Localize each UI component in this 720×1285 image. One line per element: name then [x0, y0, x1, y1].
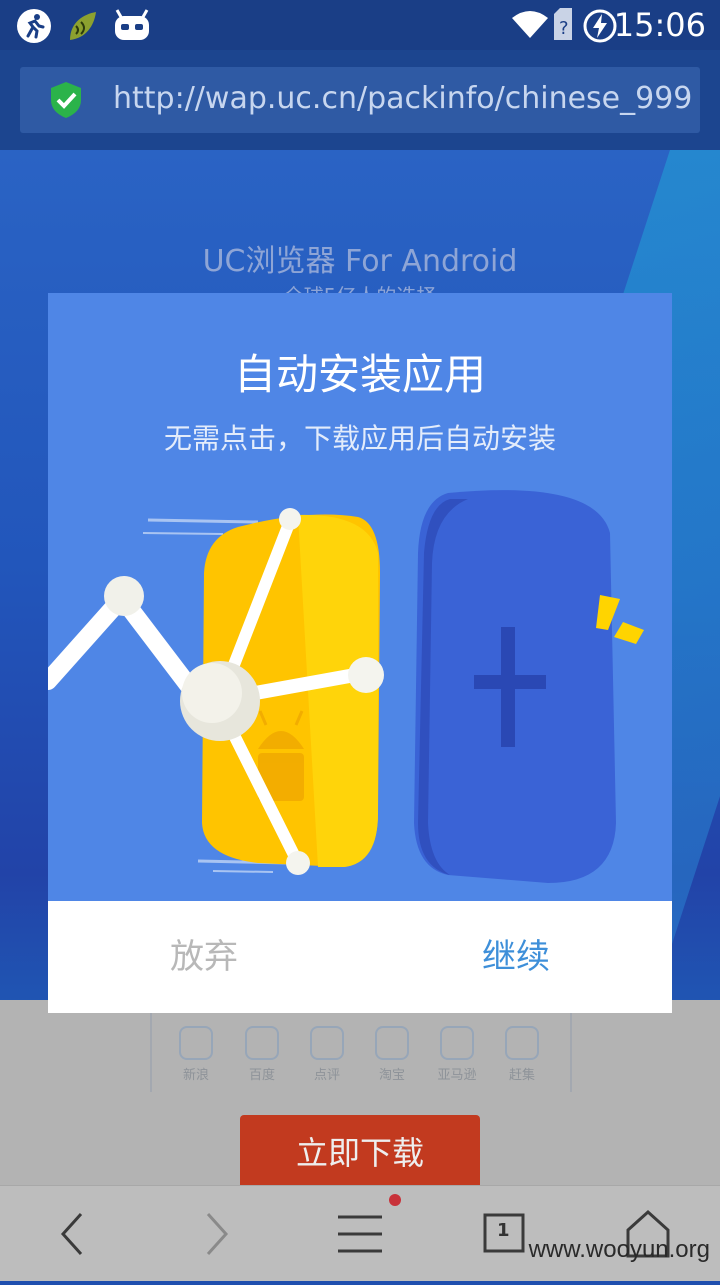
- tab-count: 1: [497, 1220, 510, 1241]
- forward-icon: [206, 1212, 229, 1256]
- shortcut-item: 亚马逊: [427, 1026, 487, 1083]
- page-heading: UC浏览器 For Android: [202, 244, 518, 279]
- shield-check-icon: [51, 82, 81, 118]
- auto-install-illustration: [48, 490, 644, 883]
- shortcut-item: 百度: [232, 1026, 292, 1083]
- dialog-header: 自动安装应用 无需点击，下载应用后自动安装: [48, 293, 672, 901]
- svg-text:?: ?: [559, 18, 569, 39]
- sim-unknown-icon: ?: [554, 8, 572, 40]
- watermark-text: www.wooyun.org: [528, 1236, 710, 1263]
- continue-button[interactable]: 继续: [360, 901, 672, 1013]
- cancel-button[interactable]: 放弃: [48, 901, 360, 1013]
- status-time: 15:06: [613, 6, 706, 44]
- home-icon: [626, 1209, 670, 1258]
- leaf-signal-icon: [70, 12, 96, 40]
- auto-install-dialog: 自动安装应用 无需点击，下载应用后自动安装 放弃 继续: [48, 293, 672, 1013]
- address-bar[interactable]: http://wap.uc.cn/packinfo/chinese_999: [20, 67, 700, 133]
- shortcut-item: 赶集: [492, 1026, 552, 1083]
- android-bot-icon: [115, 9, 149, 40]
- notification-dot: [389, 1194, 401, 1206]
- tabs-button[interactable]: 1: [459, 1186, 549, 1281]
- background-page-lower: 新浪 百度 点评 淘宝 亚马逊 赶集 立即下载: [0, 1000, 720, 1185]
- dialog-actions: 放弃 继续: [48, 901, 672, 1013]
- running-person-icon: [17, 9, 51, 43]
- status-bar: ? 15:06: [0, 0, 720, 50]
- menu-icon: [338, 1194, 401, 1253]
- battery-charging-icon: [583, 9, 617, 43]
- browser-toolbar: http://wap.uc.cn/packinfo/chinese_999: [0, 50, 720, 150]
- back-button[interactable]: [27, 1186, 117, 1281]
- download-now-button[interactable]: 立即下载: [240, 1115, 480, 1185]
- forward-button[interactable]: [172, 1186, 262, 1281]
- home-button[interactable]: [603, 1186, 693, 1281]
- url-text[interactable]: http://wap.uc.cn/packinfo/chinese_999: [113, 81, 692, 116]
- menu-button[interactable]: [315, 1186, 405, 1281]
- wifi-icon: [512, 11, 548, 38]
- shortcut-item: 新浪: [166, 1026, 226, 1083]
- shortcut-item: 淘宝: [362, 1026, 422, 1083]
- shortcut-item: 点评: [297, 1026, 357, 1083]
- bottom-navigation: 1: [0, 1185, 720, 1281]
- back-icon: [60, 1212, 83, 1256]
- dialog-title: 自动安装应用: [233, 350, 486, 399]
